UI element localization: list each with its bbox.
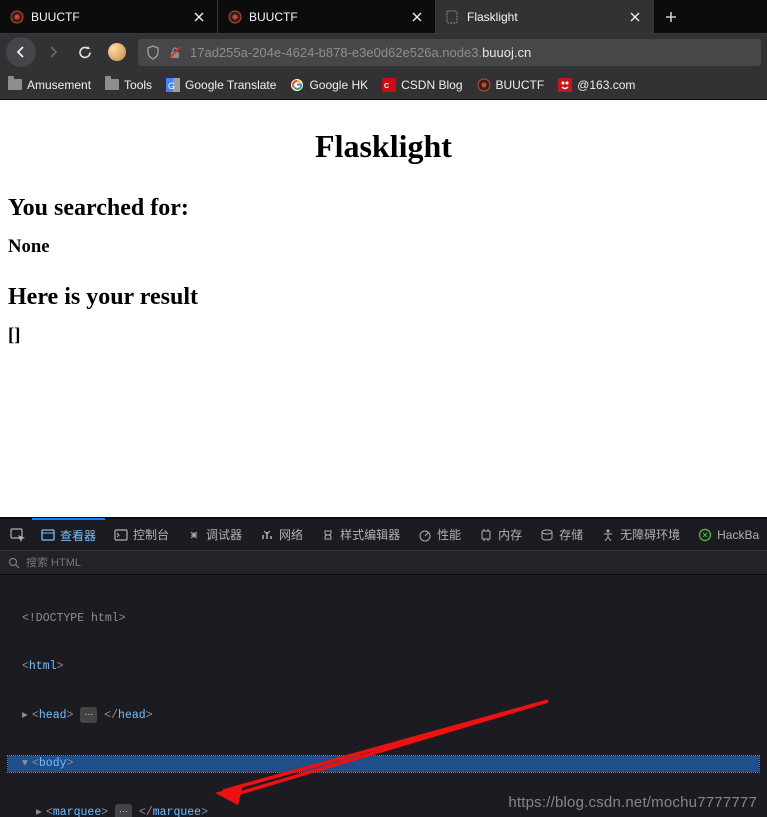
close-icon[interactable] — [627, 9, 643, 25]
searched-for-value: None — [8, 236, 759, 258]
src-doctype: <!DOCTYPE html> — [22, 612, 126, 625]
hackbar-icon — [698, 528, 712, 542]
devtools-search-input[interactable] — [26, 557, 759, 569]
buu-icon — [477, 78, 491, 92]
folder-icon — [105, 78, 119, 92]
devtools-tab-label: 调试器 — [206, 526, 242, 543]
bookmark-buuctf[interactable]: BUUCTF — [477, 78, 545, 92]
devtools-tab-memory[interactable]: 内存 — [470, 519, 531, 551]
devtools-tab-storage[interactable]: 存储 — [531, 519, 592, 551]
close-icon[interactable] — [191, 9, 207, 25]
bookmark-csdn[interactable]: C CSDN Blog — [382, 78, 462, 92]
searched-for-heading: You searched for: — [8, 195, 759, 222]
bookmark-label: CSDN Blog — [401, 78, 462, 92]
devtools-tab-perf[interactable]: 性能 — [409, 519, 470, 551]
devtools-tab-console[interactable]: 控制台 — [105, 519, 178, 551]
buu-favicon — [10, 10, 24, 24]
devtools-tab-label: 网络 — [279, 526, 303, 543]
nav-bar: 17ad255a-204e-4624-b878-e3e0d62e526a.nod… — [0, 33, 767, 70]
perf-icon — [418, 528, 432, 542]
tab-title: Flasklight — [467, 10, 620, 24]
devtools-tabs: 查看器 控制台 调试器 网络 样式编辑器 性能 内存 存储 — [0, 519, 767, 551]
reload-button[interactable] — [70, 37, 100, 67]
buu-favicon — [228, 10, 242, 24]
shield-icon — [146, 45, 160, 60]
devtools-tab-inspector[interactable]: 查看器 — [32, 518, 105, 550]
url-host-part: buuoj.cn — [482, 45, 531, 60]
devtools-tab-label: 查看器 — [60, 527, 96, 544]
svg-text:G: G — [168, 81, 175, 91]
tab-flasklight[interactable]: Flasklight — [436, 0, 654, 33]
bookmark-label: BUUCTF — [496, 78, 545, 92]
163-icon — [558, 78, 572, 92]
memory-icon — [479, 528, 493, 542]
devtools-source-view[interactable]: <!DOCTYPE html> <html> ▸<head> ⋯ </head>… — [0, 575, 767, 817]
url-text: 17ad255a-204e-4624-b878-e3e0d62e526a.nod… — [190, 45, 753, 60]
storage-icon — [540, 528, 554, 542]
bookmark-amusement[interactable]: Amusement — [8, 78, 91, 92]
gtranslate-icon: G — [166, 78, 180, 92]
src-html-open[interactable]: <html> — [8, 659, 759, 675]
url-bar[interactable]: 17ad255a-204e-4624-b878-e3e0d62e526a.nod… — [138, 39, 761, 66]
svg-text:C: C — [384, 83, 389, 90]
forward-button[interactable] — [38, 37, 68, 67]
devtools-tab-label: HackBa — [717, 528, 759, 542]
tab-strip: BUUCTF BUUCTF Flasklight — [0, 0, 767, 33]
bookmarks-bar: Amusement Tools G Google Translate Googl… — [0, 70, 767, 100]
bookmark-label: @163.com — [577, 78, 635, 92]
src-body-open[interactable]: ▾<body> — [8, 756, 759, 772]
bookmark-label: Tools — [124, 78, 152, 92]
url-dim-part: 17ad255a-204e-4624-b878-e3e0d62e526a.nod… — [190, 45, 482, 60]
page-title: Flasklight — [8, 128, 759, 165]
blank-favicon — [446, 10, 460, 24]
search-icon — [8, 557, 20, 569]
result-heading: Here is your result — [8, 284, 759, 311]
devtools-tab-label: 样式编辑器 — [340, 526, 400, 543]
tab-title: BUUCTF — [249, 10, 402, 24]
bookmark-163[interactable]: @163.com — [558, 78, 635, 92]
devtools-search-bar[interactable] — [0, 551, 767, 575]
devtools-panel: 查看器 控制台 调试器 网络 样式编辑器 性能 内存 存储 — [0, 517, 767, 817]
page-content: Flasklight You searched for: None Here i… — [0, 100, 767, 517]
result-value: [] — [8, 325, 759, 347]
bookmark-label: Amusement — [27, 78, 91, 92]
inspector-icon — [41, 528, 55, 542]
devtools-tab-debugger[interactable]: 调试器 — [178, 519, 251, 551]
connection-insecure-icon — [168, 45, 182, 60]
google-icon — [290, 78, 304, 92]
devtools-tab-hackbar[interactable]: HackBa — [689, 519, 767, 551]
close-icon[interactable] — [409, 9, 425, 25]
devtools-tab-label: 无障碍环境 — [620, 526, 680, 543]
devtools-tab-network[interactable]: 网络 — [251, 519, 312, 551]
style-icon — [321, 528, 335, 542]
folder-icon — [8, 78, 22, 92]
devtools-tab-label: 控制台 — [133, 526, 169, 543]
accessibility-icon — [601, 528, 615, 542]
tab-title: BUUCTF — [31, 10, 184, 24]
csdn-icon: C — [382, 78, 396, 92]
network-icon — [260, 528, 274, 542]
back-button[interactable] — [6, 37, 36, 67]
debugger-icon — [187, 528, 201, 542]
bookmark-google-hk[interactable]: Google HK — [290, 78, 368, 92]
bookmark-label: Google Translate — [185, 78, 276, 92]
tab-buuctf-1[interactable]: BUUCTF — [0, 0, 218, 33]
devtools-tab-label: 性能 — [437, 526, 461, 543]
console-icon — [114, 528, 128, 542]
devtools-tab-style[interactable]: 样式编辑器 — [312, 519, 409, 551]
bookmark-label: Google HK — [309, 78, 368, 92]
devtools-tab-label: 内存 — [498, 526, 522, 543]
tab-buuctf-2[interactable]: BUUCTF — [218, 0, 436, 33]
new-tab-button[interactable] — [654, 0, 688, 33]
profile-identity-icon[interactable] — [108, 43, 126, 61]
watermark-text: https://blog.csdn.net/mochu7777777 — [508, 794, 757, 811]
devtools-picker-button[interactable] — [4, 519, 32, 551]
bookmark-tools[interactable]: Tools — [105, 78, 152, 92]
bookmark-google-translate[interactable]: G Google Translate — [166, 78, 276, 92]
devtools-tab-accessibility[interactable]: 无障碍环境 — [592, 519, 689, 551]
devtools-tab-label: 存储 — [559, 526, 583, 543]
src-head[interactable]: ▸<head> ⋯ </head> — [8, 707, 759, 724]
